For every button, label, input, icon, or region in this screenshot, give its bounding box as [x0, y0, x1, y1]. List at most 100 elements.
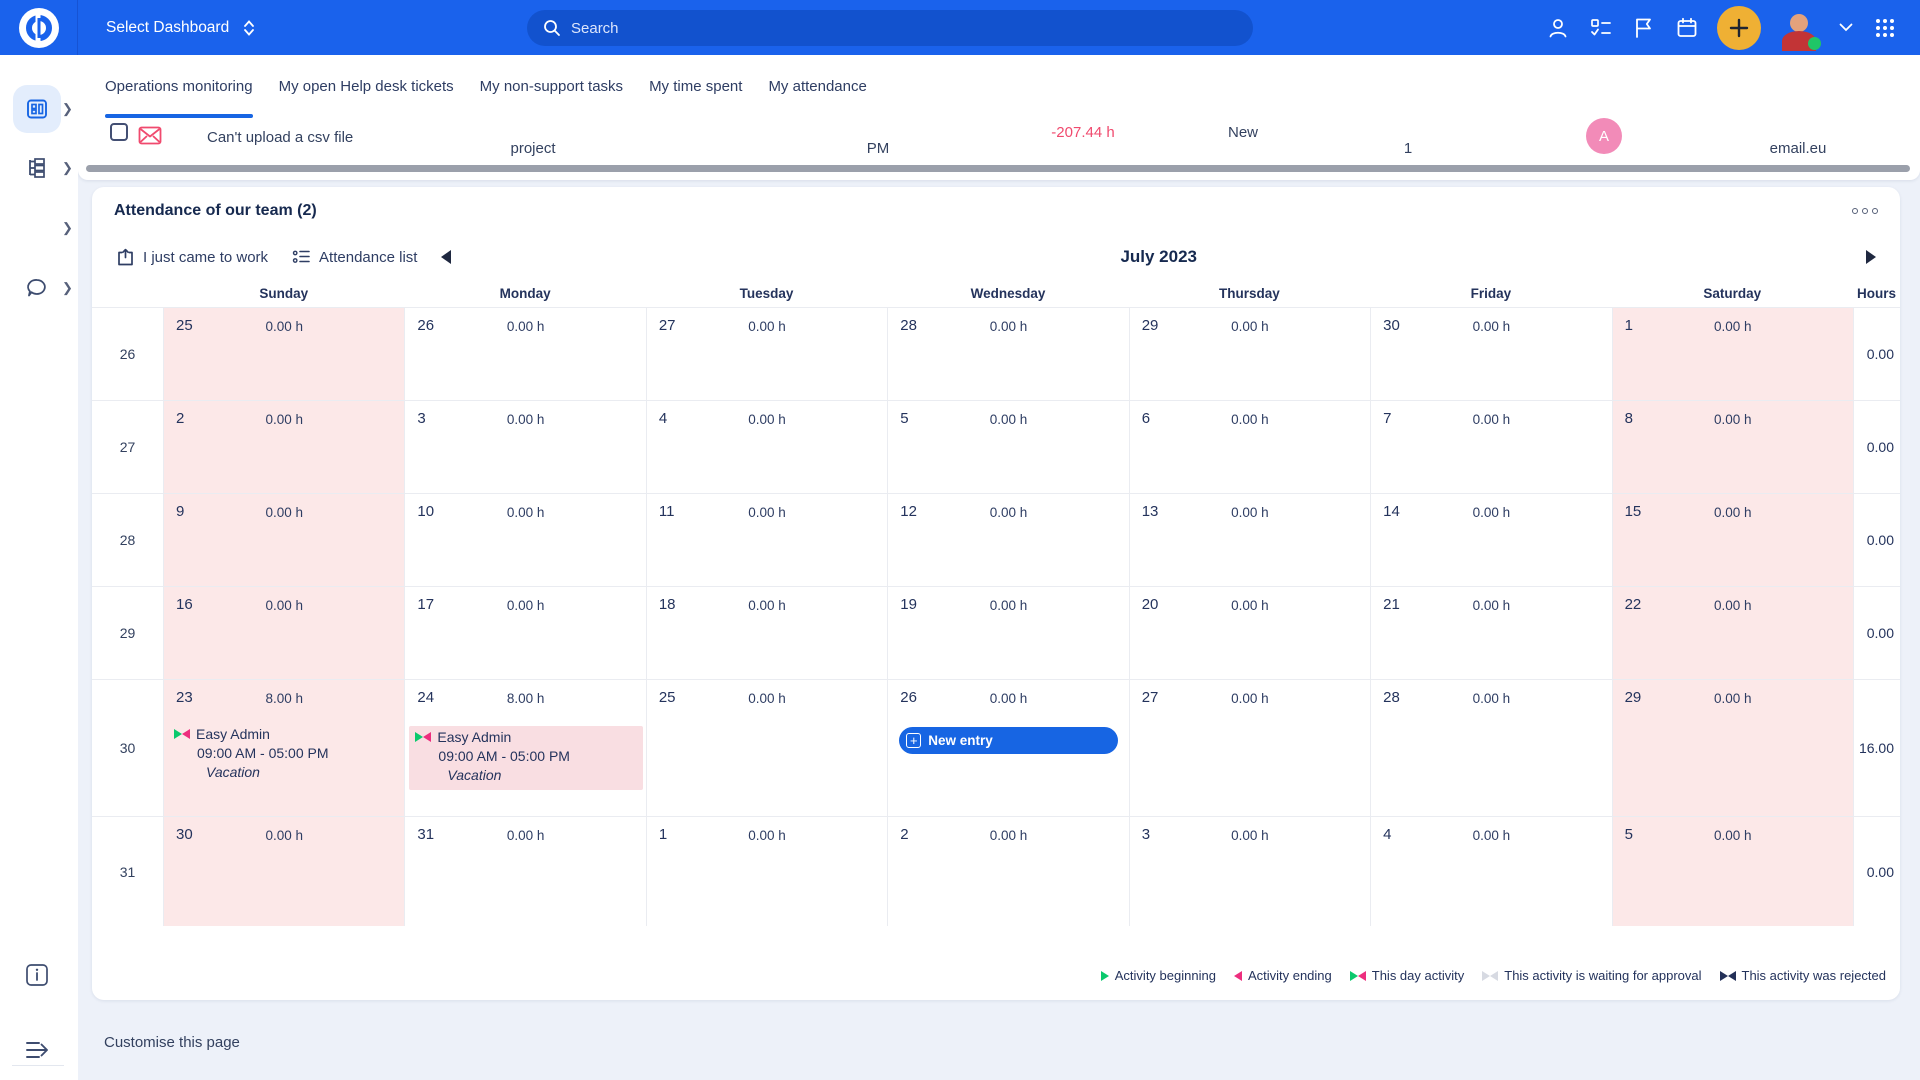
flag-icon[interactable]	[1631, 15, 1657, 41]
sidebar-item-more[interactable]: ❯	[0, 203, 78, 253]
ticket-title-link[interactable]: Can't upload a csv file	[207, 129, 353, 146]
legend-rejected: This activity was rejected	[1720, 968, 1887, 983]
chevron-down-icon[interactable]	[1837, 15, 1855, 41]
day-cell[interactable]: 8 0.00 h	[1612, 401, 1853, 493]
day-cell[interactable]: 20 0.00 h	[1129, 587, 1370, 679]
search-icon	[543, 19, 561, 37]
day-cell[interactable]: 28 0.00 h	[887, 308, 1128, 400]
day-cell[interactable]: 7 0.00 h	[1370, 401, 1611, 493]
day-cell[interactable]: 4 0.00 h	[1370, 817, 1611, 926]
day-cell[interactable]: 2 0.00 h	[163, 401, 404, 493]
calendar-icon[interactable]	[1674, 15, 1700, 41]
day-cell[interactable]: 27 0.00 h	[1129, 680, 1370, 816]
day-cell[interactable]: 2 0.00 h	[887, 817, 1128, 926]
day-cell[interactable]: 17 0.00 h	[404, 587, 645, 679]
day-cell[interactable]: 23 8.00 h Easy Admin 09:00 AM - 05:00 PM…	[163, 680, 404, 816]
day-cell[interactable]: 12 0.00 h	[887, 494, 1128, 586]
customise-page-link[interactable]: Customise this page	[104, 1034, 240, 1051]
tab-my-non-support-tasks[interactable]: My non-support tasks	[480, 55, 623, 118]
search-input[interactable]	[571, 20, 1171, 37]
day-cell[interactable]: 5 0.00 h	[887, 401, 1128, 493]
attendance-event[interactable]: Easy Admin 09:00 AM - 05:00 PM Vacation	[409, 726, 642, 790]
tab-my-open-help-desk-tickets[interactable]: My open Help desk tickets	[279, 55, 454, 118]
horizontal-scrollbar[interactable]	[86, 165, 1910, 172]
day-hours: 0.00 h	[1371, 680, 1611, 706]
search-bar[interactable]	[527, 10, 1253, 46]
day-hours: 0.00 h	[1613, 401, 1853, 427]
week-number: 28	[92, 494, 163, 586]
chevron-right-icon[interactable]: ❯	[62, 101, 73, 117]
day-cell[interactable]: 4 0.00 h	[646, 401, 887, 493]
next-month-button[interactable]	[1866, 250, 1876, 264]
day-cell[interactable]: 25 0.00 h	[163, 308, 404, 400]
new-entry-button[interactable]: + New entry	[899, 727, 1117, 754]
day-cell[interactable]: 6 0.00 h	[1129, 401, 1370, 493]
day-cell[interactable]: 25 0.00 h	[646, 680, 887, 816]
day-hours: 0.00 h	[405, 401, 645, 427]
week-number: 26	[92, 308, 163, 400]
tasks-checklist-icon[interactable]	[1588, 15, 1614, 41]
chevron-right-icon[interactable]: ❯	[62, 280, 73, 296]
attendance-event[interactable]: Easy Admin 09:00 AM - 05:00 PM Vacation	[174, 726, 404, 780]
day-cell[interactable]: 30 0.00 h	[1370, 308, 1611, 400]
day-cell[interactable]: 15 0.00 h	[1612, 494, 1853, 586]
day-cell[interactable]: 9 0.00 h	[163, 494, 404, 586]
day-cell[interactable]: 26 0.00 h + New entry	[887, 680, 1128, 816]
sidebar-item-dashboards[interactable]: ❯	[0, 84, 78, 134]
chevron-right-icon[interactable]: ❯	[62, 220, 73, 236]
day-number: 19	[900, 596, 917, 613]
day-cell[interactable]: 5 0.00 h	[1612, 817, 1853, 926]
day-cell[interactable]: 1 0.00 h	[1612, 308, 1853, 400]
tab-operations-monitoring[interactable]: Operations monitoring	[105, 55, 253, 118]
day-cell[interactable]: 24 8.00 h Easy Admin 09:00 AM - 05:00 PM…	[404, 680, 645, 816]
tab-my-time-spent[interactable]: My time spent	[649, 55, 742, 118]
user-icon[interactable]	[1545, 15, 1571, 41]
sidebar-item-messages[interactable]: ❯	[0, 263, 78, 313]
day-number: 1	[1625, 317, 1633, 334]
row-checkbox[interactable]	[110, 123, 128, 141]
day-cell[interactable]: 27 0.00 h	[646, 308, 887, 400]
apps-grid-icon[interactable]	[1872, 15, 1898, 41]
day-cell[interactable]: 3 0.00 h	[404, 401, 645, 493]
day-cell[interactable]: 18 0.00 h	[646, 587, 887, 679]
day-cell[interactable]: 22 0.00 h	[1612, 587, 1853, 679]
day-cell[interactable]: 31 0.00 h	[404, 817, 645, 926]
attendance-list-button[interactable]: Attendance list	[292, 248, 417, 267]
quick-add-button[interactable]	[1717, 6, 1761, 50]
chevron-right-icon[interactable]: ❯	[62, 160, 73, 176]
topbar-actions	[1545, 0, 1920, 55]
tab-my-attendance[interactable]: My attendance	[768, 55, 866, 118]
day-cell[interactable]: 30 0.00 h	[163, 817, 404, 926]
day-cell[interactable]: 28 0.00 h	[1370, 680, 1611, 816]
sidebar-item-info[interactable]	[0, 950, 78, 1000]
day-hours: 0.00 h	[1613, 817, 1853, 843]
day-cell[interactable]: 21 0.00 h	[1370, 587, 1611, 679]
user-avatar[interactable]	[1778, 7, 1820, 49]
sidebar-collapse-button[interactable]	[0, 1025, 78, 1075]
day-cell[interactable]: 1 0.00 h	[646, 817, 887, 926]
day-cell[interactable]: 26 0.00 h	[404, 308, 645, 400]
day-cell[interactable]: 19 0.00 h	[887, 587, 1128, 679]
panel-options-button[interactable]	[1852, 208, 1878, 214]
ticket-count: 1	[1353, 140, 1463, 157]
day-cell[interactable]: 10 0.00 h	[404, 494, 645, 586]
day-cell[interactable]: 3 0.00 h	[1129, 817, 1370, 926]
plus-icon	[1728, 17, 1750, 39]
came-to-work-button[interactable]: I just came to work	[116, 248, 268, 267]
select-dashboard-button[interactable]: Select Dashboard	[106, 19, 255, 37]
day-hours: 0.00 h	[164, 308, 404, 334]
legend-activity-beginning: Activity beginning	[1101, 968, 1216, 983]
week-number: 29	[92, 587, 163, 679]
legend-label: This day activity	[1372, 968, 1464, 983]
app-logo[interactable]	[0, 0, 78, 55]
sidebar-item-projects[interactable]: ❯	[0, 143, 78, 193]
day-cell[interactable]: 11 0.00 h	[646, 494, 887, 586]
day-cell[interactable]: 13 0.00 h	[1129, 494, 1370, 586]
activity-ending-icon	[182, 729, 190, 739]
day-header-tuesday: Tuesday	[646, 286, 887, 301]
day-cell[interactable]: 16 0.00 h	[163, 587, 404, 679]
day-cell[interactable]: 14 0.00 h	[1370, 494, 1611, 586]
day-cell[interactable]: 29 0.00 h	[1612, 680, 1853, 816]
previous-month-button[interactable]	[441, 250, 451, 264]
day-cell[interactable]: 29 0.00 h	[1129, 308, 1370, 400]
